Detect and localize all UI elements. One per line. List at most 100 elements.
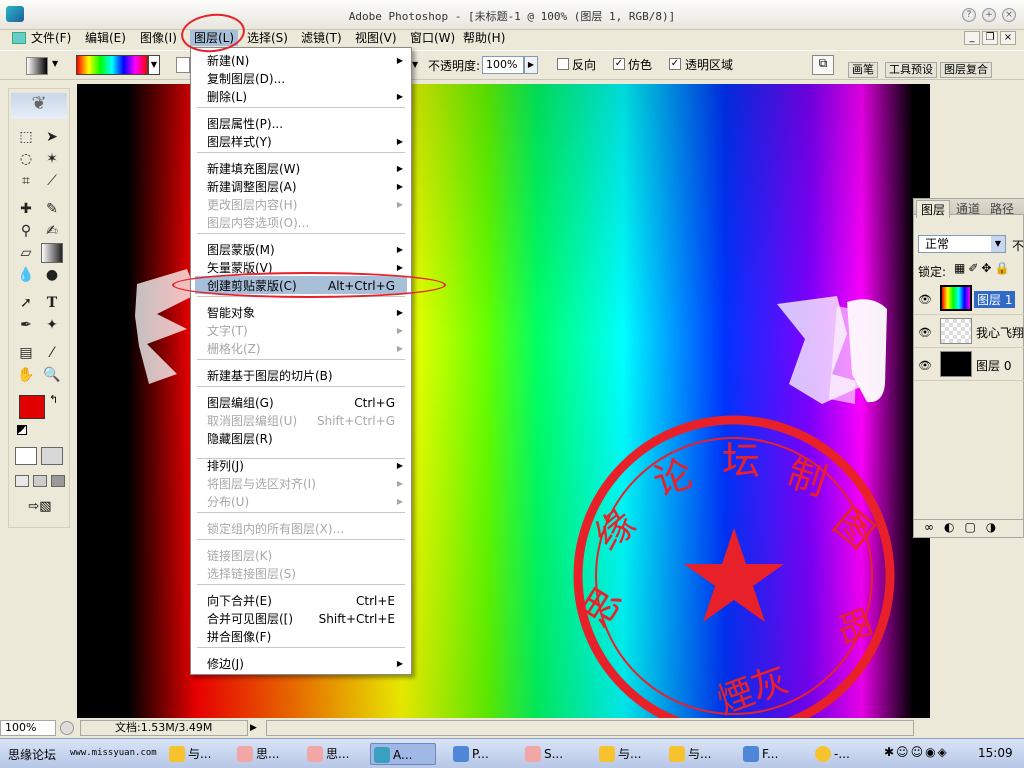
screen-mode-full-icon[interactable] [33, 475, 47, 487]
layer-menu-item[interactable]: 新建(N) ▶ [207, 52, 407, 70]
layer-menu-item[interactable]: 删除(L) ▶ [207, 88, 407, 106]
gradient-tool-icon[interactable] [41, 243, 63, 263]
layer-menu-item[interactable]: 新建调整图层(A) ▶ [207, 178, 407, 196]
doc-minimize-button[interactable]: _ [964, 31, 980, 45]
horizontal-scrollbar[interactable] [266, 720, 914, 736]
hand-tool-icon[interactable]: ✋ [15, 365, 37, 385]
eye-icon[interactable]: 👁 [918, 359, 932, 372]
path-selection-tool-icon[interactable]: ➚ [15, 293, 37, 313]
layer-menu-item[interactable]: 隐藏图层(R) [207, 430, 407, 448]
eye-icon[interactable]: 👁 [918, 293, 932, 306]
layer-menu-item[interactable]: 智能对象 ▶ [207, 304, 407, 322]
palette-tab-layer-comps[interactable]: 图层复合 [940, 62, 992, 78]
lock-options-icons[interactable]: ▦✐✥🔒 [954, 261, 1012, 275]
palette-tab-tool-presets[interactable]: 工具预设 [885, 62, 937, 78]
slice-tool-icon[interactable]: ⟋ [41, 171, 63, 191]
file-browser-icon[interactable]: ⧉ [812, 55, 834, 75]
layer-menu-item[interactable]: 排列(J) ▶ [207, 457, 407, 475]
marquee-tool-icon[interactable]: ⬚ [15, 127, 37, 147]
screen-mode-standard-icon[interactable] [15, 475, 29, 487]
zoom-level[interactable]: 100% [0, 720, 56, 736]
status-arrow-icon[interactable]: ▶ [250, 720, 262, 736]
eyedropper-tool-icon[interactable]: ⁄ [41, 343, 63, 363]
menu-filter[interactable]: 滤镜(T) [301, 30, 342, 46]
doc-close-button[interactable]: × [1000, 31, 1016, 45]
clone-stamp-tool-icon[interactable]: ⚲ [15, 221, 37, 241]
mode-dropdown-icon[interactable]: ▼ [412, 60, 418, 69]
brush-tool-icon[interactable]: ✎ [41, 199, 63, 219]
taskbar-button[interactable]: S... [522, 743, 588, 765]
opacity-input[interactable]: 100% [482, 56, 524, 74]
taskbar-button-photoshop[interactable]: A... [370, 743, 436, 765]
screen-mode-black-icon[interactable] [51, 475, 65, 487]
layer-menu-item[interactable]: 合并可见图层([) Shift+Ctrl+E [207, 610, 407, 628]
doc-restore-button[interactable]: ❐ [982, 31, 998, 45]
zoom-tool-icon[interactable]: 🔍 [41, 365, 63, 385]
transparency-checkbox[interactable]: ✓ [669, 58, 681, 70]
layer-menu-item[interactable]: 图层蒙版(M) ▶ [207, 241, 407, 259]
standard-mode-button[interactable] [15, 447, 37, 465]
tab-channels[interactable]: 通道 [956, 200, 980, 217]
system-tray-icons[interactable]: ✱☺☺◉◈ [884, 745, 949, 759]
gradient-picker[interactable] [76, 55, 148, 75]
layer-menu-item[interactable]: 向下合并(E) Ctrl+E [207, 592, 407, 610]
menu-help[interactable]: 帮助(H) [463, 30, 505, 46]
tab-layers[interactable]: 图层 [916, 200, 951, 218]
taskbar-site-url[interactable]: www.missyuan.com [70, 748, 157, 758]
foreground-color-swatch[interactable] [19, 395, 45, 419]
taskbar-button[interactable]: 与... [166, 743, 230, 765]
taskbar-site-name[interactable]: 思缘论坛 [8, 746, 56, 763]
menu-edit[interactable]: 编辑(E) [85, 30, 126, 46]
maximize-button[interactable]: + [982, 8, 996, 22]
taskbar-button[interactable]: P... [450, 743, 516, 765]
gradient-dropdown-icon[interactable]: ▼ [148, 55, 160, 75]
lasso-tool-icon[interactable]: ◌ [15, 149, 37, 169]
menu-select[interactable]: 选择(S) [247, 30, 288, 46]
layer-menu-item[interactable]: 图层编组(G) Ctrl+G [207, 394, 407, 412]
layers-panel-footer-icons[interactable]: ∞◐▢◑ [914, 519, 1024, 537]
dodge-tool-icon[interactable]: ● [41, 265, 63, 285]
eye-icon[interactable]: 👁 [918, 326, 932, 339]
menu-window[interactable]: 窗口(W) [410, 30, 455, 46]
status-menu-icon[interactable] [60, 721, 74, 735]
quick-mask-mode-button[interactable] [41, 447, 63, 465]
type-tool-icon[interactable]: T [41, 293, 63, 313]
close-button[interactable]: × [1002, 8, 1016, 22]
layer-row-2[interactable]: 👁 我心飞翔 [914, 316, 1024, 348]
layer-row-3[interactable]: 👁 图层 0 [914, 349, 1024, 381]
custom-shape-tool-icon[interactable]: ✦ [41, 315, 63, 335]
chevron-down-icon[interactable]: ▼ [991, 236, 1005, 252]
dither-checkbox[interactable]: ✓ [613, 58, 625, 70]
taskbar-button[interactable]: 与... [666, 743, 732, 765]
layer-menu-item[interactable]: 拼合图像(F) [207, 628, 407, 646]
history-brush-tool-icon[interactable]: ✍ [41, 221, 63, 241]
palette-tab-brushes[interactable]: 画笔 [848, 62, 878, 78]
layer-menu-item[interactable]: 图层样式(Y) ▶ [207, 133, 407, 151]
blur-tool-icon[interactable]: 💧 [15, 265, 37, 285]
layer-menu-item[interactable]: 新建填充图层(W) ▶ [207, 160, 407, 178]
layer-menu-item[interactable]: 图层属性(P)... [207, 115, 407, 133]
menu-file[interactable]: 文件(F) [31, 30, 71, 46]
healing-brush-tool-icon[interactable]: ✚ [15, 199, 37, 219]
linear-gradient-button[interactable] [176, 57, 190, 73]
layer-menu-item[interactable]: 新建基于图层的切片(B) [207, 367, 407, 385]
taskbar-button[interactable]: 思... [304, 743, 366, 765]
taskbar-button[interactable]: 思... [234, 743, 300, 765]
blend-mode-select[interactable]: 正常 ▼ [918, 235, 1006, 253]
pen-tool-icon[interactable]: ✒ [15, 315, 37, 335]
swap-colors-icon[interactable]: ↰ [49, 393, 58, 406]
move-tool-icon[interactable]: ➤ [41, 127, 63, 147]
magic-wand-tool-icon[interactable]: ✶ [41, 149, 63, 169]
layer-menu-item[interactable]: 修边(J) ▶ [207, 655, 407, 673]
tab-paths[interactable]: 路径 [990, 200, 1014, 217]
help-button[interactable]: ? [962, 8, 976, 22]
taskbar-button[interactable]: 与... [596, 743, 662, 765]
opacity-arrow-icon[interactable]: ▶ [524, 56, 538, 74]
menu-view[interactable]: 视图(V) [355, 30, 397, 46]
tool-preset-picker[interactable] [26, 57, 48, 75]
reverse-checkbox[interactable] [557, 58, 569, 70]
taskbar-button[interactable]: -... [812, 743, 868, 765]
eraser-tool-icon[interactable]: ▱ [15, 243, 37, 263]
document-icon[interactable] [12, 32, 26, 44]
crop-tool-icon[interactable]: ⌗ [15, 171, 37, 191]
